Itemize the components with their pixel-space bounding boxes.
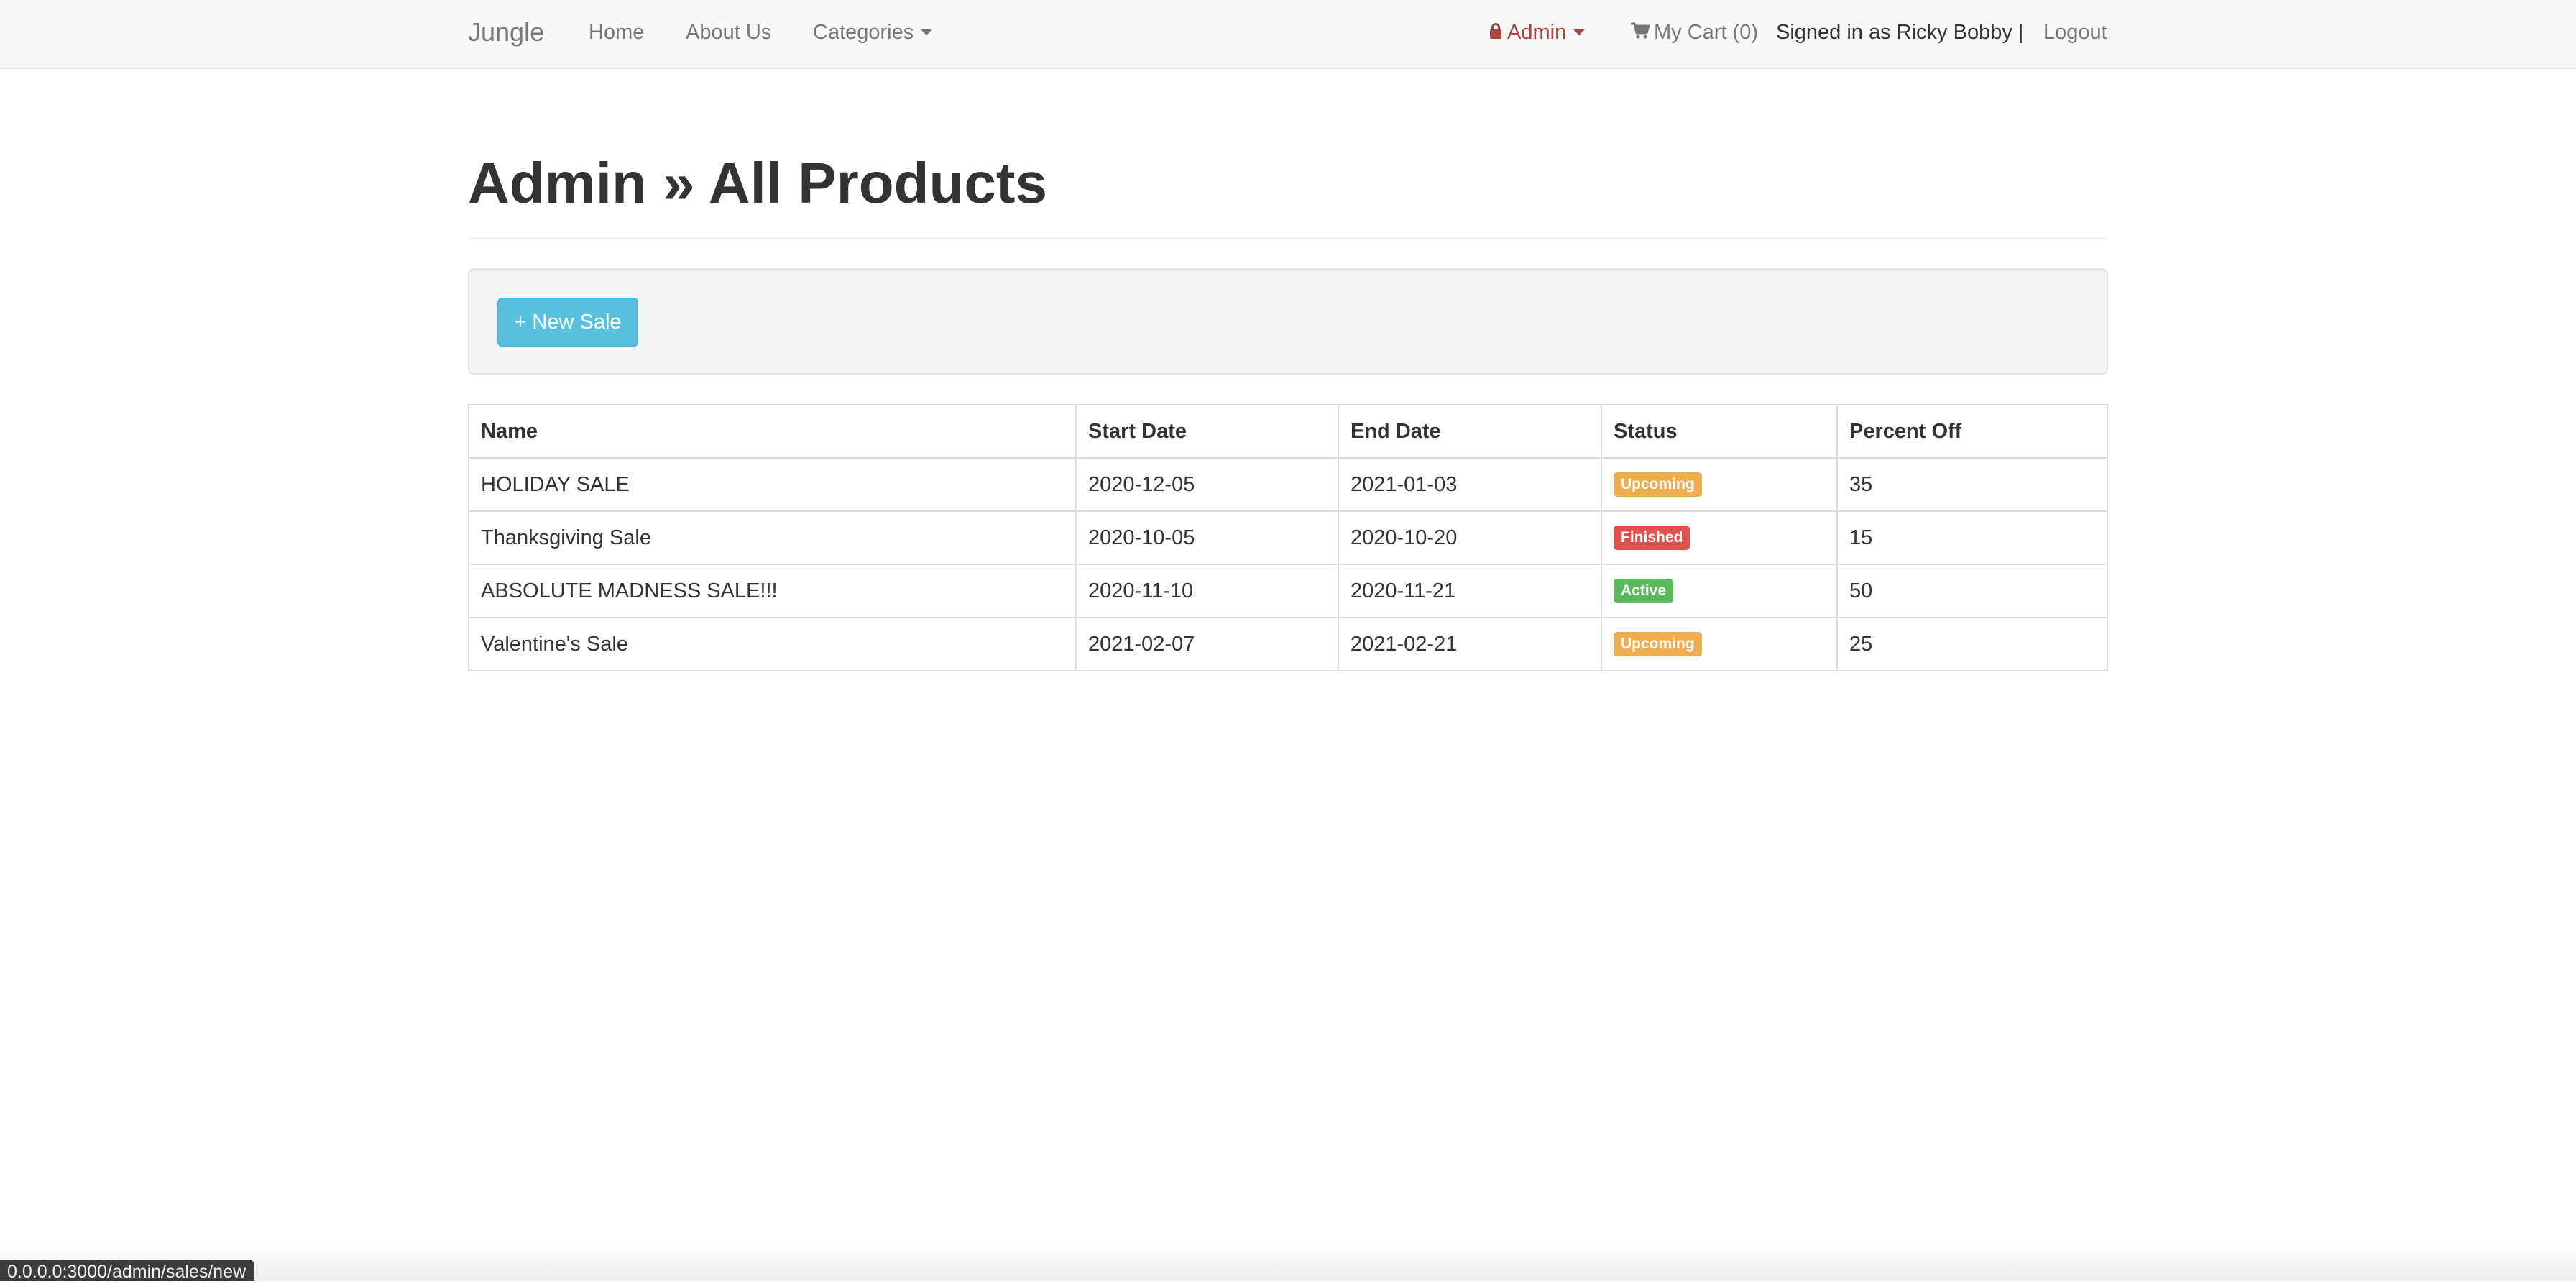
cell-end-date: 2020-10-20 xyxy=(1338,511,1601,565)
status-badge: Upcoming xyxy=(1614,472,1702,497)
title-divider xyxy=(468,238,2108,239)
cell-start-date: 2020-10-05 xyxy=(1075,511,1338,565)
actions-well: + New Sale xyxy=(468,268,2108,375)
nav-admin-label: Admin xyxy=(1507,21,1567,44)
column-header-percent-off: Percent Off xyxy=(1836,405,2107,459)
table-row: Thanksgiving Sale 2020-10-05 2020-10-20 … xyxy=(469,511,2107,565)
page-title: Admin » All Products xyxy=(468,151,1048,215)
cell-name: Valentine's Sale xyxy=(481,632,628,656)
cell-percent-off: 35 xyxy=(1836,458,2107,512)
cell-start-date: 2020-11-10 xyxy=(1075,564,1338,618)
nav-cart-label: My Cart (0) xyxy=(1654,21,1758,44)
cell-name: HOLIDAY SALE xyxy=(469,458,1076,512)
nav-categories-label: Categories xyxy=(813,21,914,44)
table-row: Valentine's Sale 2021-02-07 2021-02-21 U… xyxy=(469,618,2107,670)
link-preview-status-bar: 0.0.0.0:3000/admin/sales/new xyxy=(0,1260,255,1282)
nav-admin-dropdown[interactable]: Admin xyxy=(1490,0,1586,68)
cell-name: Thanksgiving Sale xyxy=(469,511,1076,565)
table-row: HOLIDAY SALE 2020-12-05 2021-01-03 Upcom… xyxy=(469,458,2107,512)
column-header-status: Status xyxy=(1601,405,1837,459)
top-navbar: Jungle Home About Us Categories Admin My… xyxy=(0,0,2576,69)
status-badge: Finished xyxy=(1614,526,1690,551)
sales-table: Name Start Date End Date Status Percent … xyxy=(468,404,2108,671)
column-header-end-date: End Date xyxy=(1338,405,1601,459)
column-header-name: Name xyxy=(469,405,1076,459)
shopping-cart-icon xyxy=(1631,22,1650,39)
nav-cart-link[interactable]: My Cart (0) xyxy=(1631,0,1758,68)
cell-end-date: 2020-11-21 xyxy=(1338,564,1601,618)
table-row: ABSOLUTE MADNESS SALE!!! 2020-11-10 2020… xyxy=(469,564,2107,618)
cell-status: Upcoming xyxy=(1601,458,1837,512)
cell-percent-off: 15 xyxy=(1836,511,2107,565)
cell-start-date: 2020-12-05 xyxy=(1075,458,1338,512)
cell-end-date: 2021-01-03 xyxy=(1338,458,1601,512)
cell-end-date: 2021-02-21 xyxy=(1338,618,1601,670)
signed-in-text: Signed in as Ricky Bobby | xyxy=(1776,21,2024,44)
status-badge: Upcoming xyxy=(1614,632,1702,657)
cell-start-date: 2021-02-07 xyxy=(1075,618,1338,670)
new-sale-button[interactable]: + New Sale xyxy=(497,298,638,347)
column-header-start-date: Start Date xyxy=(1075,405,1338,459)
lock-icon xyxy=(1490,23,1501,40)
nav-categories-dropdown[interactable]: Categories xyxy=(813,0,933,68)
cell-percent-off: 50 xyxy=(1836,564,2107,618)
cell-name: ABSOLUTE MADNESS SALE!!! xyxy=(469,564,1076,618)
cell-status: Active xyxy=(1601,564,1837,618)
nav-logout-link[interactable]: Logout xyxy=(2043,0,2107,68)
status-badge: Active xyxy=(1614,579,1674,604)
table-header-row: Name Start Date End Date Status Percent … xyxy=(469,405,2107,459)
caret-down-icon xyxy=(1573,29,1586,36)
nav-about-link[interactable]: About Us xyxy=(686,0,771,68)
nav-home-link[interactable]: Home xyxy=(589,0,644,68)
brand-link[interactable]: Jungle xyxy=(468,0,544,68)
cell-status: Upcoming xyxy=(1601,618,1837,670)
bottom-fade xyxy=(0,1244,2576,1281)
caret-down-icon xyxy=(921,29,933,36)
cell-percent-off: 25 xyxy=(1836,618,2107,670)
cell-status: Finished xyxy=(1601,511,1837,565)
